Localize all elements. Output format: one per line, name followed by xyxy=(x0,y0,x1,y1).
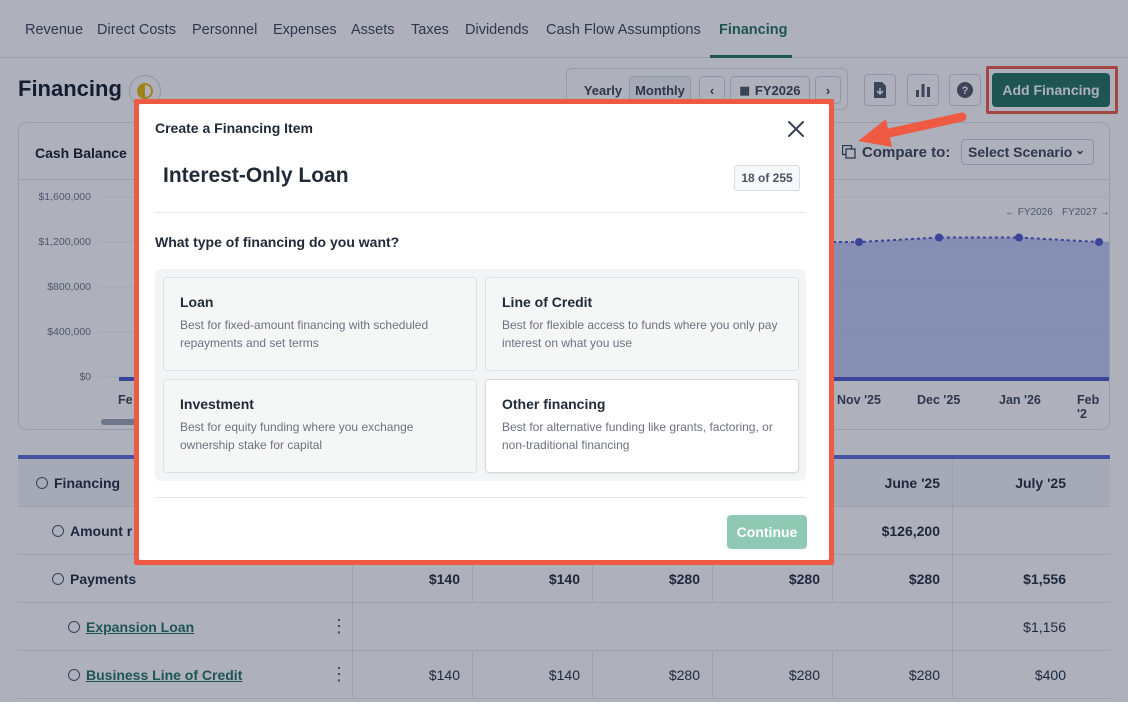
financing-options-panel: Loan Best for fixed-amount financing wit… xyxy=(155,269,806,481)
close-icon[interactable] xyxy=(785,118,807,140)
option-other-financing[interactable]: Other financing Best for alternative fun… xyxy=(485,379,799,473)
item-counter-badge: 18 of 255 xyxy=(734,165,800,191)
annotation-arrow-icon xyxy=(858,112,967,147)
create-financing-modal: Create a Financing Item Interest-Only Lo… xyxy=(139,104,829,560)
option-investment[interactable]: Investment Best for equity funding where… xyxy=(163,379,477,473)
option-description: Best for flexible access to funds where … xyxy=(502,318,778,350)
option-description: Best for fixed-amount financing with sch… xyxy=(180,318,429,350)
divider xyxy=(155,212,806,213)
divider xyxy=(155,497,806,498)
option-title: Investment xyxy=(180,396,254,412)
continue-button[interactable]: Continue xyxy=(727,515,807,549)
option-loan[interactable]: Loan Best for fixed-amount financing wit… xyxy=(163,277,477,371)
option-title: Other financing xyxy=(502,396,606,412)
option-title: Line of Credit xyxy=(502,294,593,310)
option-description: Best for equity funding where you exchan… xyxy=(180,420,414,452)
modal-title: Create a Financing Item xyxy=(155,120,313,136)
modal-heading: Interest-Only Loan xyxy=(163,164,349,187)
option-line-of-credit[interactable]: Line of Credit Best for flexible access … xyxy=(485,277,799,371)
option-title: Loan xyxy=(180,294,214,310)
option-description: Best for alternative funding like grants… xyxy=(502,420,773,452)
financing-type-question: What type of financing do you want? xyxy=(155,234,400,250)
